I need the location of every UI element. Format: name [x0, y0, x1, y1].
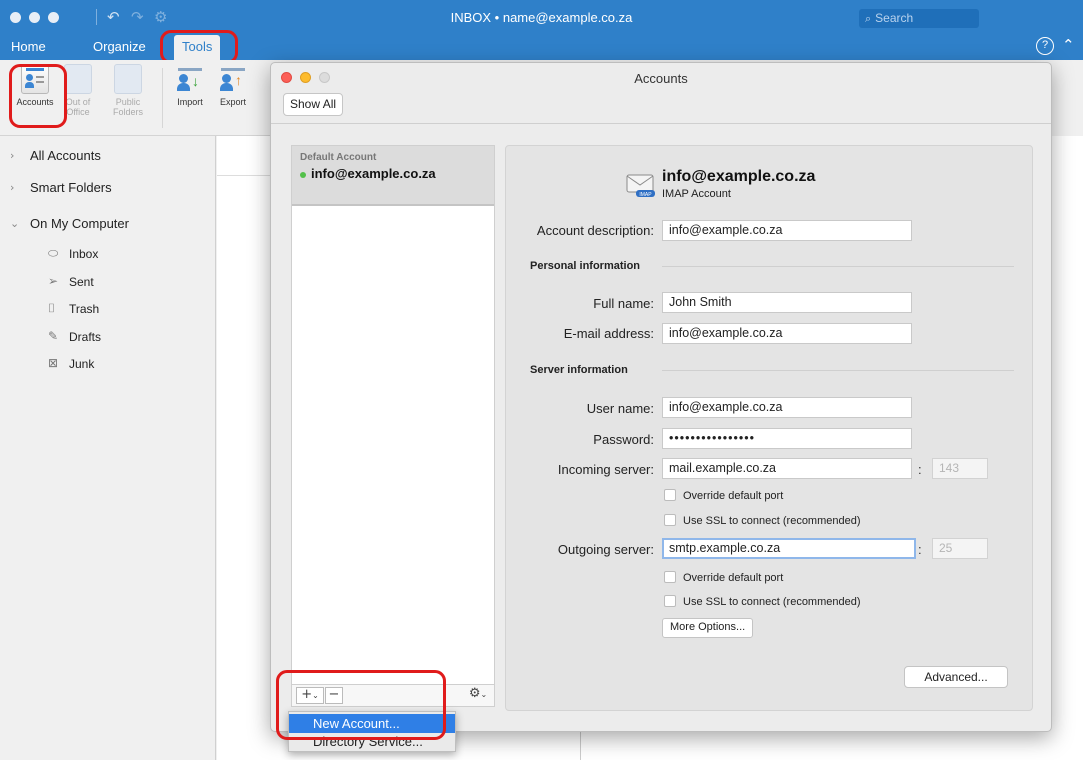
folder-pane: › All Accounts › Smart Folders ⌄ On My C…	[0, 136, 216, 760]
trash-icon: ⌷	[48, 301, 56, 315]
port-separator: :	[918, 462, 922, 477]
outgoing-server-field[interactable]: smtp.example.co.za	[662, 538, 916, 559]
collapse-ribbon-icon[interactable]: ⌃	[1062, 36, 1075, 54]
import-icon: ↓	[176, 64, 204, 94]
dialog-toolbar-divider	[271, 123, 1051, 124]
ribbon-separator	[162, 68, 163, 128]
outgoing-port-field[interactable]: 25	[932, 538, 988, 559]
outgoing-server-label: Outgoing server:	[557, 542, 654, 557]
email-address-field[interactable]: info@example.co.za	[662, 323, 912, 344]
drafts-icon: ✎	[48, 329, 59, 343]
personal-information-heading: Personal information	[530, 260, 641, 272]
password-label: Password:	[593, 432, 654, 447]
help-icon[interactable]: ?	[1036, 37, 1054, 55]
show-all-button[interactable]: Show All	[283, 93, 344, 116]
import-button[interactable]: ↓ Import	[172, 64, 208, 107]
incoming-override-port-checkbox[interactable]: Override default port	[664, 489, 783, 502]
user-name-label: User name:	[586, 401, 654, 416]
server-information-heading: Server information	[530, 364, 628, 376]
svg-text:IMAP: IMAP	[639, 192, 652, 198]
gear-icon[interactable]: ⚙⌄	[464, 687, 492, 704]
import-label: Import	[177, 97, 203, 107]
out-of-office-label: Out of Office	[65, 97, 91, 117]
port-separator: :	[918, 542, 922, 557]
dialog-title: Accounts	[634, 71, 688, 86]
sent-icon: ➢	[48, 274, 59, 288]
junk-icon: ⊠	[48, 356, 59, 370]
more-options-button[interactable]: More Options...	[662, 618, 754, 638]
search-input[interactable]: ⌕ Search	[859, 9, 979, 28]
chevron-right-icon[interactable]: ›	[10, 181, 14, 194]
account-description-label: Account description:	[536, 223, 654, 238]
checkbox-icon[interactable]	[664, 489, 676, 501]
checkbox-icon[interactable]	[664, 595, 676, 607]
out-of-office-icon	[64, 64, 92, 94]
imap-envelope-icon: IMAP	[626, 174, 655, 198]
incoming-port-field[interactable]: 143	[932, 458, 988, 479]
public-folders-button[interactable]: Public Folders	[100, 64, 156, 117]
chevron-right-icon[interactable]: ›	[10, 149, 14, 162]
full-name-label: Full name:	[593, 296, 654, 311]
tab-organize[interactable]: Organize	[93, 39, 146, 54]
user-name-field[interactable]: info@example.co.za	[662, 397, 912, 418]
account-description-field[interactable]: info@example.co.za	[662, 220, 912, 241]
checkbox-label: Use SSL to connect (recommended)	[683, 515, 861, 527]
outgoing-override-port-checkbox[interactable]: Override default port	[664, 571, 783, 584]
tools-tab-highlight	[160, 30, 238, 64]
incoming-server-label: Incoming server:	[557, 462, 654, 477]
folder-group-label: All Accounts	[30, 148, 101, 163]
export-button[interactable]: ↑ Export	[214, 64, 252, 107]
detail-account-type: IMAP Account	[662, 188, 731, 200]
folder-label: Inbox	[69, 247, 99, 261]
incoming-use-ssl-checkbox[interactable]: Use SSL to connect (recommended)	[664, 514, 861, 527]
chevron-down-icon[interactable]: ⌄	[10, 217, 19, 230]
full-name-field[interactable]: John Smith	[662, 292, 912, 313]
accounts-button-highlight	[9, 64, 67, 128]
outgoing-use-ssl-checkbox[interactable]: Use SSL to connect (recommended)	[664, 595, 861, 608]
account-list: Default Account info@example.co.za	[291, 145, 495, 685]
checkbox-icon[interactable]	[664, 571, 676, 583]
export-label: Export	[219, 97, 246, 107]
advanced-button[interactable]: Advanced...	[904, 666, 1008, 688]
checkbox-label: Override default port	[683, 490, 784, 502]
section-divider	[662, 266, 1014, 267]
reading-pane-divider	[580, 730, 581, 760]
folder-label: Junk	[69, 357, 95, 371]
email-address-label: E-mail address:	[563, 326, 654, 341]
add-menu-highlight	[276, 670, 446, 740]
public-folders-label: Public Folders	[112, 97, 143, 117]
accounts-dialog: Accounts Show All Default Account info@e…	[270, 62, 1052, 732]
search-placeholder: Search	[875, 11, 914, 25]
detail-account-email: info@example.co.za	[662, 168, 816, 185]
folder-group-label: On My Computer	[30, 216, 129, 231]
section-divider	[662, 370, 1014, 371]
search-icon: ⌕	[865, 12, 872, 25]
folder-label: Drafts	[69, 330, 102, 344]
folder-label: Sent	[69, 275, 94, 289]
export-icon: ↑	[219, 64, 247, 94]
checkbox-label: Override default port	[683, 572, 784, 584]
tab-home[interactable]: Home	[11, 39, 46, 54]
account-list-email-text: info@example.co.za	[311, 166, 436, 181]
account-list-email: info@example.co.za	[300, 166, 436, 181]
password-field[interactable]: ••••••••••••••••	[662, 428, 912, 449]
folder-group-label: Smart Folders	[30, 180, 112, 195]
incoming-server-field[interactable]: mail.example.co.za	[662, 458, 912, 479]
public-folders-icon	[114, 64, 142, 94]
account-list-item[interactable]: Default Account info@example.co.za	[292, 146, 494, 206]
title-bar: ↶ ↷ ⚙ INBOX • name@example.co.za ⌕ Search	[0, 0, 1083, 34]
account-group-label: Default Account	[300, 152, 377, 163]
inbox-icon: ⬭	[48, 246, 59, 260]
status-online-icon	[300, 171, 306, 178]
checkbox-icon[interactable]	[664, 514, 676, 526]
account-detail-panel: IMAP info@example.co.za IMAP Account Acc…	[505, 145, 1033, 711]
checkbox-label: Use SSL to connect (recommended)	[683, 596, 861, 608]
folder-label: Trash	[69, 302, 100, 316]
